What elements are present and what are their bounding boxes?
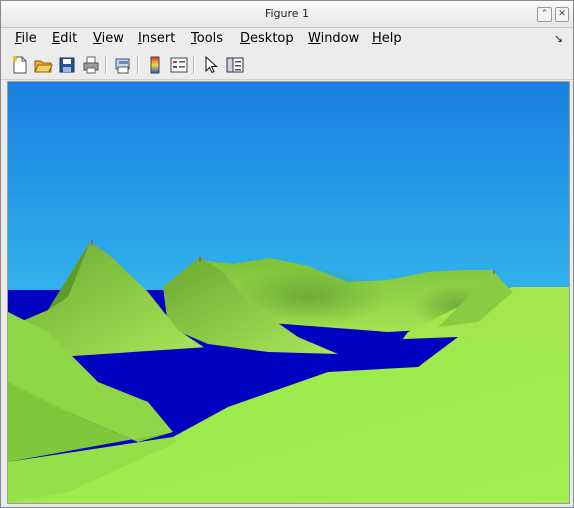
toolbar-separator — [105, 56, 107, 74]
menu-file[interactable]: File — [15, 31, 37, 46]
menu-view[interactable]: View — [93, 31, 124, 46]
save-icon[interactable] — [57, 55, 77, 75]
new-file-icon[interactable] — [10, 55, 30, 75]
colorbar-icon[interactable] — [145, 55, 165, 75]
dock-arrow-icon[interactable]: ↘ — [554, 32, 563, 45]
legend-icon[interactable] — [169, 55, 189, 75]
window-shade-button[interactable]: ⌃ — [537, 7, 552, 22]
menu-tools[interactable]: Tools — [191, 31, 223, 46]
title-bar[interactable]: Figure 1 ⌃ ✕ — [1, 1, 573, 28]
menu-edit[interactable]: Edit — [52, 31, 77, 46]
menu-help[interactable]: Help — [372, 31, 402, 46]
print-preview-icon[interactable] — [113, 55, 133, 75]
menu-bar: File Edit View Insert Tools Desktop Wind… — [1, 28, 573, 50]
terrain-surface-plot — [8, 82, 569, 503]
toolbar-separator — [193, 56, 195, 74]
print-icon[interactable] — [81, 55, 101, 75]
pointer-icon[interactable] — [201, 55, 221, 75]
toolbar-separator — [137, 56, 139, 74]
figure-axes-3d-terrain[interactable] — [7, 81, 570, 504]
figure-toolbar — [1, 51, 573, 80]
window-title: Figure 1 — [264, 7, 310, 20]
menu-desktop[interactable]: Desktop — [240, 31, 294, 46]
menu-insert[interactable]: Insert — [138, 31, 175, 46]
window-close-button[interactable]: ✕ — [555, 7, 569, 22]
open-folder-icon[interactable] — [33, 55, 53, 75]
property-editor-icon[interactable] — [225, 55, 245, 75]
menu-window[interactable]: Window — [308, 31, 359, 46]
figure-window: Figure 1 ⌃ ✕ File Edit View Insert Tools… — [0, 0, 574, 508]
